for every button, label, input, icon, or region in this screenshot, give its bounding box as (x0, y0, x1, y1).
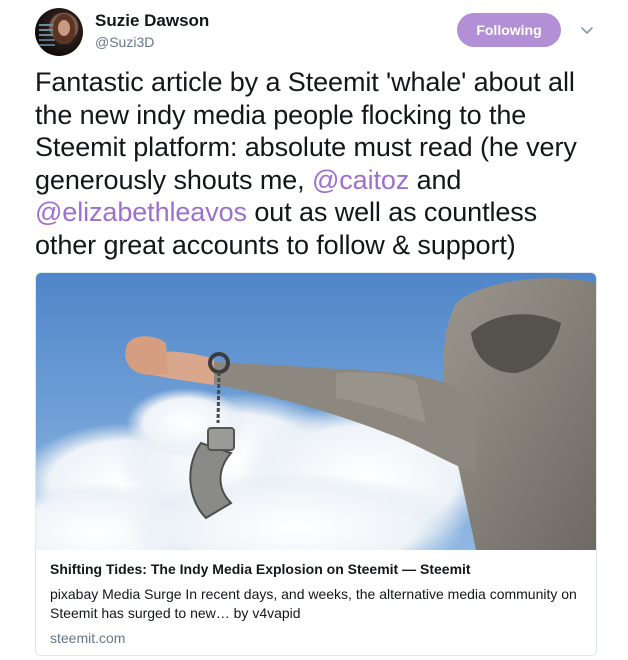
card-description: pixabay Media Surge In recent days, and … (50, 586, 577, 621)
tweet-header: Suzie Dawson @Suzi3D Following (35, 8, 610, 58)
mention-elizabethleavos[interactable]: @elizabethleavos (35, 197, 247, 227)
tweet-text: Fantastic article by a Steemit 'whale' a… (35, 66, 605, 261)
tweet-text-part: Fantastic article by a Steemit 'whale' a… (35, 67, 577, 195)
card-title: Shifting Tides: The Indy Media Explosion… (50, 561, 471, 577)
chevron-down-icon[interactable] (579, 22, 595, 38)
mention-caitoz[interactable]: @caitoz (312, 165, 409, 195)
following-button[interactable]: Following (457, 13, 561, 47)
tweet-text-part: and (409, 164, 462, 195)
link-card[interactable]: Shifting Tides: The Indy Media Explosion… (35, 272, 597, 656)
user-name[interactable]: Suzie Dawson (95, 11, 209, 31)
card-image[interactable] (36, 273, 596, 550)
card-body[interactable]: Shifting Tides: The Indy Media Explosion… (36, 550, 596, 655)
card-domain: steemit.com (50, 630, 126, 646)
user-handle[interactable]: @Suzi3D (95, 34, 154, 50)
avatar[interactable] (35, 8, 83, 56)
